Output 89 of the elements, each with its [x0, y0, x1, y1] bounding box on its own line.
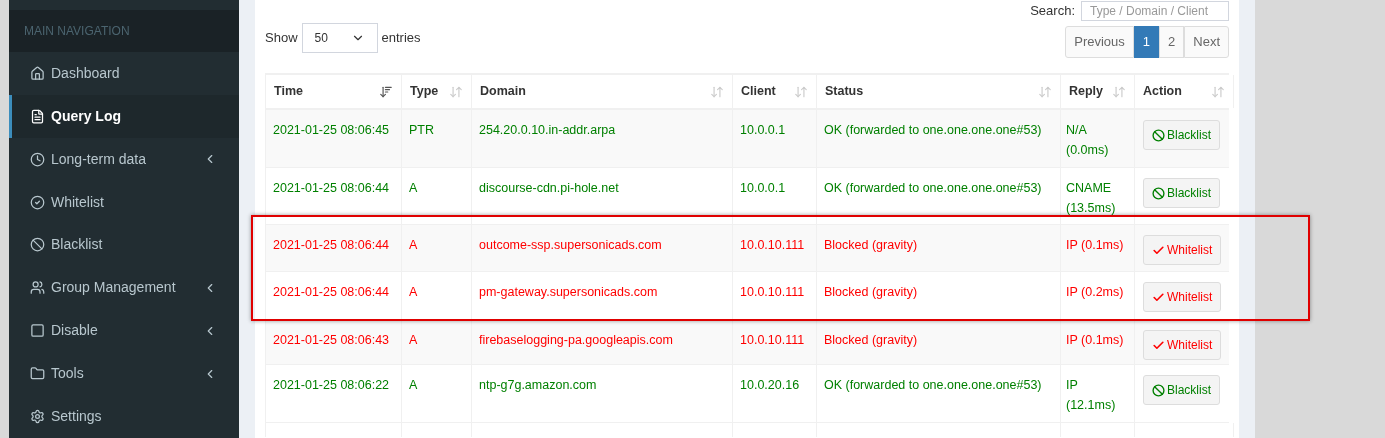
table-cell: A [409, 285, 418, 299]
table-cell: A [409, 378, 418, 392]
check-circle-icon [30, 194, 45, 210]
sidebar-item[interactable]: Disable [9, 309, 239, 353]
pagination-button[interactable]: 2 [1159, 26, 1185, 58]
table-cell: A [409, 181, 418, 195]
column-header[interactable]: Client [741, 82, 776, 101]
table-cell: OK (forwarded to one.one.one.one#53) [824, 378, 1042, 392]
document-icon [30, 108, 45, 124]
whitelist-button[interactable]: Whitelist [1143, 282, 1222, 312]
search-field[interactable]: Type / Domain / Client [1081, 1, 1229, 21]
settings-icon [30, 409, 45, 424]
table-cell: IP (0.2ms) [1066, 285, 1124, 299]
column-header[interactable]: Reply [1069, 82, 1104, 101]
check-icon [1152, 243, 1165, 257]
whitelist-button[interactable]: Whitelist [1143, 235, 1222, 265]
sort-icon[interactable] [794, 84, 808, 99]
blacklist-button[interactable]: Blacklist [1143, 178, 1220, 208]
column-header[interactable]: Time [274, 82, 303, 101]
column-header[interactable]: Status [825, 82, 864, 101]
table-cell: OK (forwarded to one.one.one.one#53) [824, 123, 1042, 137]
table-cell: N/A (0.0ms) [1066, 123, 1109, 157]
pagination-button[interactable]: Next [1184, 26, 1229, 58]
table-cell: 2021-01-25 08:06:45 [273, 123, 390, 137]
sort-icon[interactable] [710, 84, 724, 99]
table-cell: PTR [409, 123, 434, 137]
sidebar-item[interactable]: Group Management [9, 266, 239, 310]
sidebar-item[interactable]: Blacklist [9, 223, 239, 267]
table-cell: IP (12.1ms) [1066, 378, 1116, 412]
sidebar-item[interactable]: Whitelist [9, 180, 239, 224]
table-cell: outcome-ssp.supersonicads.com [479, 238, 662, 252]
blacklist-button[interactable]: Blacklist [1143, 120, 1220, 150]
pagination-button[interactable]: 1 [1133, 26, 1160, 58]
folder-icon [30, 366, 45, 382]
sidebar-item[interactable]: Settings [9, 395, 239, 438]
table-cell: 10.0.10.111 [740, 285, 805, 299]
clock-icon [30, 151, 45, 167]
house-icon [30, 65, 45, 81]
table-cell: 254.20.0.10.in-addr.arpa [479, 123, 616, 137]
sort-icon[interactable] [449, 84, 463, 99]
sidebar-item[interactable]: Query Log [9, 94, 239, 138]
table-cell: 10.0.10.111 [740, 238, 805, 252]
table-cell: 10.0.0.1 [740, 181, 786, 195]
table-cell: IP (0.1ms) [1066, 238, 1124, 252]
sort-icon[interactable] [1038, 84, 1052, 99]
ban-icon [30, 237, 45, 253]
table-cell: 10.0.20.16 [740, 378, 800, 392]
ban-icon [1152, 186, 1165, 200]
check-icon [1152, 290, 1165, 304]
table-cell: 2021-01-25 08:06:44 [273, 181, 390, 195]
page-size-select[interactable]: 50 [301, 23, 378, 53]
whitelist-button[interactable]: Whitelist [1143, 330, 1222, 360]
ban-icon [1152, 128, 1165, 142]
table-cell: Blocked (gravity) [824, 333, 918, 347]
table-cell: 2021-01-25 08:06:43 [273, 333, 390, 347]
table-cell: OK (forwarded to one.one.one.one#53) [824, 181, 1042, 195]
blacklist-button[interactable]: Blacklist [1143, 375, 1220, 405]
sort-descending-icon[interactable] [379, 84, 393, 99]
ban-icon [1152, 383, 1165, 397]
table-cell: IP (0.1ms) [1066, 333, 1124, 347]
entries-label: entries [381, 29, 421, 48]
table-cell: pm-gateway.supersonicads.com [479, 285, 658, 299]
search-label: Search: [1030, 2, 1075, 21]
column-header[interactable]: Action [1143, 82, 1182, 101]
table-cell: ntp-g7g.amazon.com [479, 378, 597, 392]
sort-icon[interactable] [1211, 84, 1225, 99]
table-cell: 2021-01-25 08:06:22 [273, 378, 390, 392]
pagination-button[interactable]: Previous [1065, 26, 1134, 58]
table-cell: A [409, 333, 418, 347]
table-cell: 10.0.10.111 [740, 333, 805, 347]
column-header[interactable]: Domain [480, 82, 526, 101]
sidebar-item[interactable]: Long-term data [9, 137, 239, 181]
table-cell: Blocked (gravity) [824, 285, 918, 299]
table-cell: A [409, 238, 418, 252]
sort-icon[interactable] [1112, 84, 1126, 99]
table-cell: Blocked (gravity) [824, 238, 918, 252]
show-label: Show [265, 29, 298, 48]
table-cell: 2021-01-25 08:06:44 [273, 238, 390, 252]
people-icon [30, 280, 45, 296]
column-header[interactable]: Type [410, 82, 439, 101]
table-cell: 10.0.0.1 [740, 123, 786, 137]
sidebar-item[interactable]: Dashboard [9, 51, 239, 95]
sidebar-item[interactable]: Tools [9, 352, 239, 396]
check-icon [1152, 338, 1165, 352]
table-cell: firebaselogging-pa.googleapis.com [479, 333, 673, 347]
table-cell: discourse-cdn.pi-hole.net [479, 181, 619, 195]
square-icon [30, 323, 45, 339]
table-cell: CNAME (13.5ms) [1066, 181, 1116, 215]
table-cell: 2021-01-25 08:06:44 [273, 285, 390, 299]
